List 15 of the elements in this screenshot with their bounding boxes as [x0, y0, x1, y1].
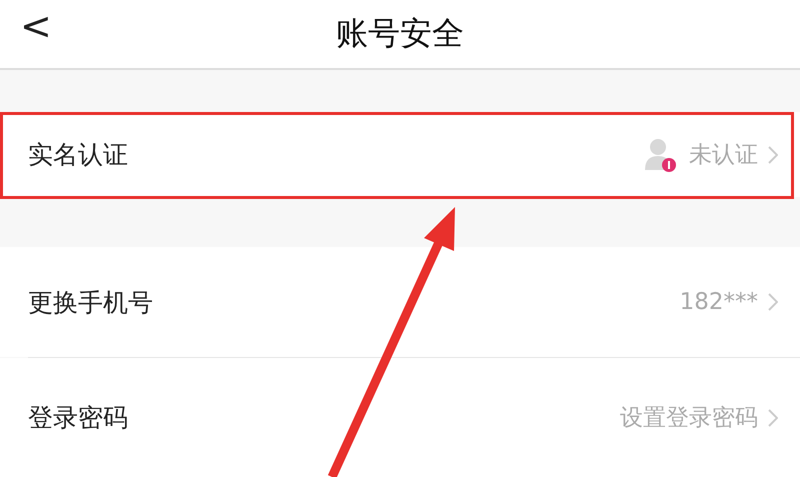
setting-row[interactable]: 登录密码 设置登录密码: [0, 358, 800, 477]
page-title: 账号安全: [336, 13, 464, 54]
setting-value: 未认证: [689, 141, 758, 170]
chevron-right-icon: [768, 408, 778, 426]
chevron-right-icon: [768, 293, 778, 311]
setting-label: 更换手机号: [28, 286, 154, 318]
setting-row[interactable]: 实名认证 未认证: [0, 112, 800, 197]
setting-label: 实名认证: [28, 139, 129, 171]
setting-label: 登录密码: [28, 402, 129, 434]
back-button[interactable]: <: [14, 4, 58, 48]
user-warning-icon: [645, 138, 677, 172]
setting-row[interactable]: 更换手机号 182***: [0, 247, 800, 357]
setting-value: 182***: [680, 289, 758, 315]
chevron-right-icon: [768, 146, 778, 164]
setting-value: 设置登录密码: [620, 404, 758, 433]
